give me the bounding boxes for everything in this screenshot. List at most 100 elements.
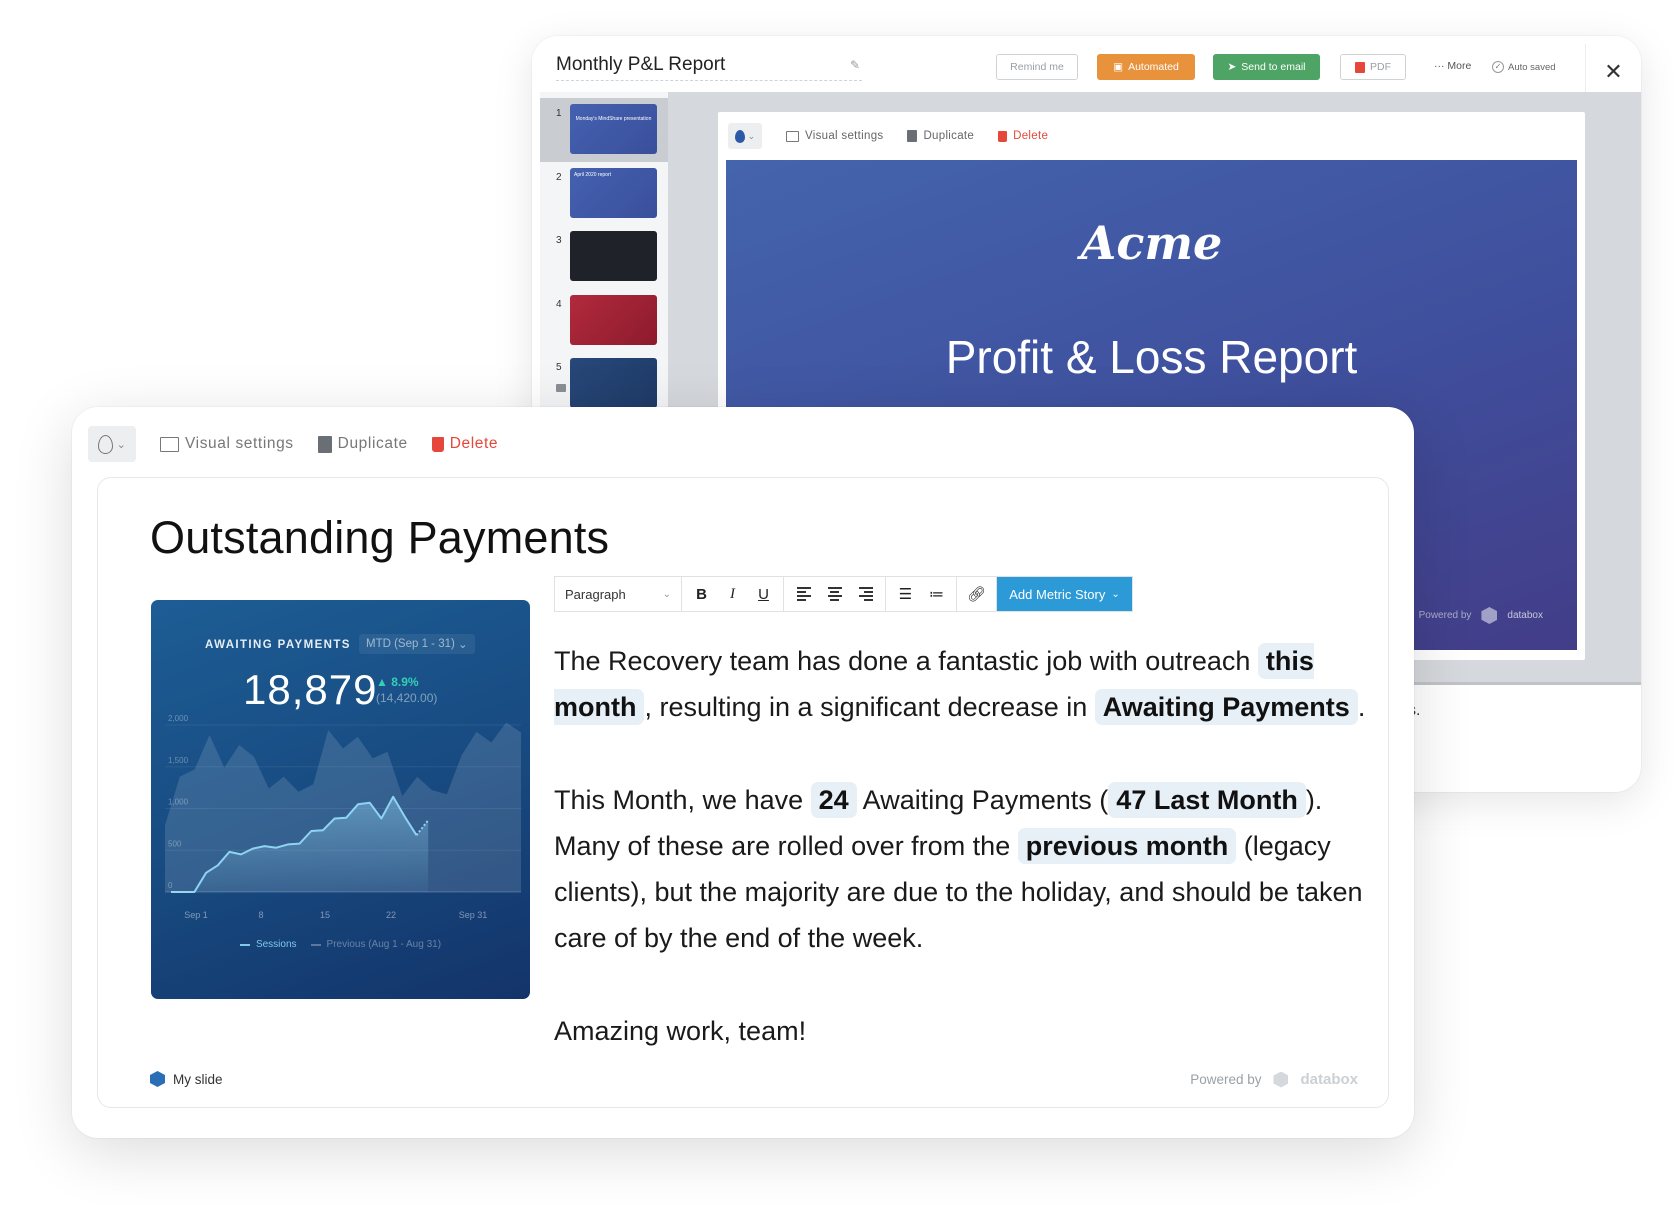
slide-thumbnail[interactable]: 2 April 2020 report [540, 162, 668, 226]
metric-chip[interactable]: 24 [810, 782, 857, 818]
slide-card: Outstanding Payments 05001,0001,5002,000… [97, 477, 1389, 1108]
theme-dropdown[interactable]: ⌄ [88, 426, 136, 462]
comment-icon[interactable] [556, 384, 566, 392]
duplicate-label: Duplicate [923, 130, 975, 142]
duplicate-icon [907, 130, 918, 142]
more-label: More [1447, 60, 1472, 72]
text-editor-body[interactable]: The Recovery team has done a fantastic j… [554, 638, 1374, 1054]
numbered-list-button[interactable]: ≔ [921, 577, 952, 611]
date-range-dropdown[interactable]: MTD (Sep 1 - 31) ⌄ [359, 634, 475, 654]
link-button[interactable]: 🔗︎ [961, 577, 992, 611]
x-tick-label: 22 [386, 910, 396, 920]
underline-icon: U [758, 585, 769, 603]
pdf-button[interactable]: PDF [1340, 54, 1406, 80]
bold-button[interactable]: B [686, 577, 717, 611]
thumbnail-preview [570, 231, 657, 281]
align-right-button[interactable] [850, 577, 881, 611]
thumbnail-preview [570, 295, 657, 345]
delete-button[interactable]: Delete [998, 130, 1048, 142]
metric-chip[interactable]: Awaiting Payments [1094, 689, 1358, 725]
visual-settings-label: Visual settings [805, 130, 884, 142]
close-icon: ✕ [1604, 59, 1623, 84]
text-run: . [1357, 692, 1366, 722]
check-circle-icon: ✓ [1492, 61, 1504, 73]
metric-previous-value: (14,420.00) [376, 691, 438, 705]
rich-text-toolbar: Paragraph ⌄ B I U ☰ ≔ 🔗︎ Add Metric Stor… [554, 576, 1133, 612]
theme-dropdown[interactable]: ⌄ [728, 123, 762, 149]
more-button[interactable]: ··· More [1434, 60, 1471, 72]
chevron-down-icon: ⌄ [662, 588, 671, 600]
text-run: This Month, we have [554, 785, 811, 815]
remind-me-label: Remind me [1010, 61, 1064, 73]
text-slide-editor: ⌄ Visual settings Duplicate Delete Outst… [72, 407, 1414, 1138]
italic-button[interactable]: I [717, 577, 748, 611]
numbered-list-icon: ≔ [929, 586, 944, 603]
edit-pencil-icon[interactable]: ✎ [850, 58, 860, 72]
pdf-icon [1355, 61, 1365, 73]
slide-thumbnail[interactable]: 4 [540, 289, 668, 353]
underline-button[interactable]: U [748, 577, 779, 611]
bold-icon: B [696, 585, 707, 603]
visual-settings-label: Visual settings [185, 435, 294, 452]
duplicate-label: Duplicate [337, 435, 408, 452]
metric-chip[interactable]: previous month [1017, 828, 1237, 864]
paper-plane-icon: ➤ [1227, 61, 1237, 73]
trash-icon [431, 436, 444, 452]
powered-by-databox: Powered by databox [1419, 607, 1543, 624]
chevron-down-icon: ⌄ [1111, 588, 1120, 600]
databox-logo-icon [1273, 1071, 1289, 1088]
databox-logo-icon [150, 1071, 165, 1087]
legend-swatch [310, 943, 321, 946]
delete-label: Delete [1013, 130, 1049, 142]
duplicate-button[interactable]: Duplicate [907, 130, 974, 142]
databox-label: databox [1300, 1071, 1358, 1088]
duplicate-icon [317, 435, 332, 453]
visual-settings-button[interactable]: Visual settings [160, 435, 294, 453]
legend-label: Sessions [255, 939, 297, 950]
delete-button[interactable]: Delete [431, 435, 498, 453]
metric-change: ▲ 8.9% [376, 675, 419, 689]
add-metric-story-button[interactable]: Add Metric Story ⌄ [997, 577, 1132, 611]
slide-number: 3 [556, 235, 562, 246]
x-tick-label: Sep 1 [184, 910, 208, 920]
automated-label: Automated [1128, 61, 1179, 73]
acme-logo: Acme [1080, 216, 1223, 270]
send-email-label: Send to email [1241, 61, 1306, 73]
automated-button[interactable]: ▣ Automated [1097, 54, 1195, 80]
link-group: 🔗︎ [957, 577, 997, 611]
paragraph: This Month, we have 24 Awaiting Payments… [554, 777, 1374, 961]
visual-settings-button[interactable]: Visual settings [786, 130, 883, 142]
align-left-button[interactable] [788, 577, 819, 611]
slide-number: 2 [556, 172, 562, 183]
auto-saved-label: Auto saved [1508, 61, 1556, 73]
chevron-down-icon: ⌄ [747, 130, 756, 141]
chevron-down-icon: ⌄ [116, 438, 127, 451]
slide-thumbnail[interactable]: 3 [540, 225, 668, 289]
calendar-icon: ▣ [1113, 61, 1124, 73]
y-tick-label: 2,000 [168, 714, 189, 723]
slide-title[interactable]: Outstanding Payments [150, 512, 609, 564]
remind-me-button[interactable]: Remind me [996, 54, 1078, 80]
trash-icon [998, 130, 1008, 142]
report-title-input[interactable]: Monthly P&L Report [556, 54, 862, 81]
paragraph-style-dropdown[interactable]: Paragraph ⌄ [555, 577, 682, 611]
report-header: Monthly P&L Report ✎ Remind me ▣ Automate… [532, 36, 1641, 100]
align-center-icon [827, 587, 842, 601]
metric-chip[interactable]: 47 Last Month [1108, 782, 1306, 818]
thumbnail-caption: April 2020 report [574, 172, 611, 178]
thumbnail-preview: Monday's MindShare presentation [570, 104, 657, 154]
slide-number: 5 [556, 362, 562, 373]
legend-item-previous: Previous (Aug 1 - Aug 31) [310, 939, 441, 950]
metric-card[interactable]: 05001,0001,5002,000Sep 181522Sep 31 AWAI… [151, 600, 530, 999]
slide-thumbnail[interactable]: 1 Monday's MindShare presentation [540, 98, 668, 162]
pdf-label: PDF [1370, 61, 1391, 73]
align-center-button[interactable] [819, 577, 850, 611]
x-tick-label: Sep 31 [459, 910, 488, 920]
align-left-icon [796, 587, 811, 601]
bullet-list-button[interactable]: ☰ [890, 577, 921, 611]
send-to-email-button[interactable]: ➤ Send to email [1213, 54, 1320, 80]
duplicate-button[interactable]: Duplicate [317, 435, 408, 453]
bullet-list-icon: ☰ [898, 586, 913, 603]
